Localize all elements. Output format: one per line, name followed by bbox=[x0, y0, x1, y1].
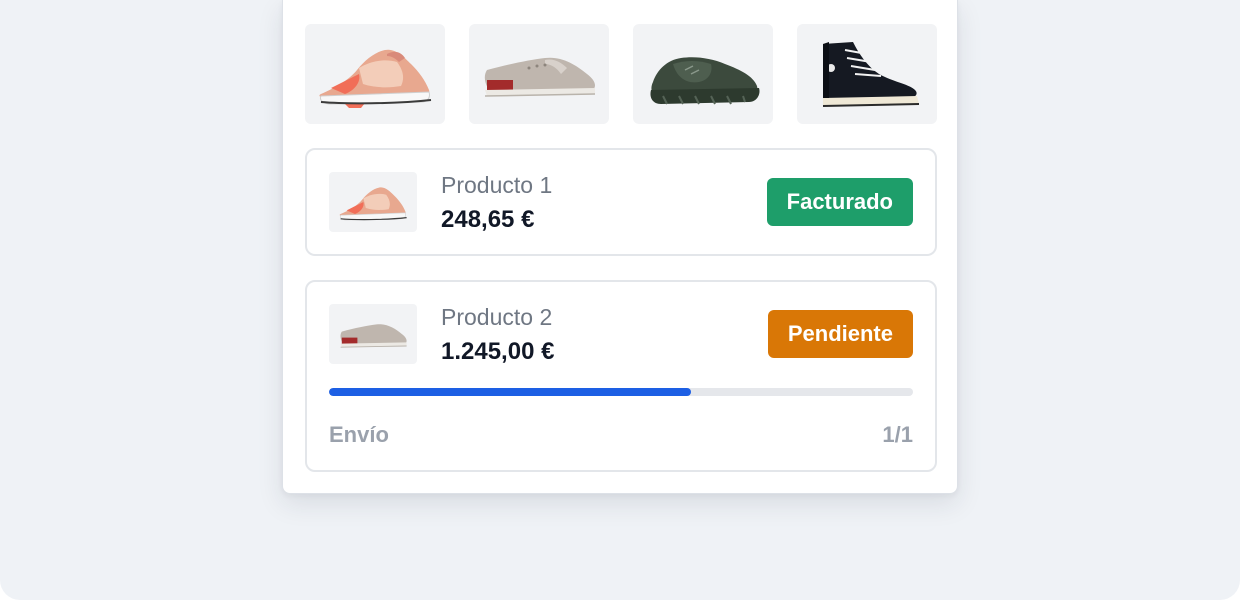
status-badge: Facturado bbox=[766, 178, 913, 226]
gallery-thumb-3[interactable] bbox=[633, 24, 773, 124]
shipping-progress-fill bbox=[329, 388, 692, 396]
pink-sneaker-icon bbox=[319, 49, 432, 108]
gallery-thumb-4[interactable] bbox=[797, 24, 937, 124]
gallery-thumb-1[interactable] bbox=[305, 24, 445, 124]
grey-canvas-shoe-icon bbox=[484, 57, 596, 97]
item-price: 248,65 € bbox=[441, 206, 535, 233]
product-gallery bbox=[305, 24, 937, 124]
order-card: Producto 1 248,65 € Facturado Producto 2… bbox=[282, 0, 958, 494]
item-thumbnail bbox=[329, 172, 417, 232]
page-background: Producto 1 248,65 € Facturado Producto 2… bbox=[0, 0, 1240, 600]
black-high-top-sneaker-icon bbox=[822, 42, 920, 107]
shipping-count: 1/1 bbox=[882, 422, 913, 447]
item-name: Producto 2 bbox=[441, 304, 553, 330]
grey-canvas-shoe-icon bbox=[340, 324, 407, 348]
pink-sneaker-icon bbox=[339, 187, 407, 221]
item-price: 1.245,00 € bbox=[441, 338, 555, 365]
dark-green-running-shoe-icon bbox=[650, 57, 760, 105]
gallery-thumb-2[interactable] bbox=[469, 24, 609, 124]
item-name: Producto 1 bbox=[441, 172, 553, 198]
shipping-label: Envío bbox=[329, 422, 389, 447]
item-thumbnail bbox=[329, 304, 417, 364]
order-item-2[interactable]: Producto 2 1.245,00 € Pendiente Envío 1/… bbox=[305, 280, 937, 472]
order-item-1[interactable]: Producto 1 248,65 € Facturado bbox=[305, 148, 937, 256]
shipping-progress-bar bbox=[329, 388, 913, 396]
status-badge: Pendiente bbox=[767, 310, 913, 358]
